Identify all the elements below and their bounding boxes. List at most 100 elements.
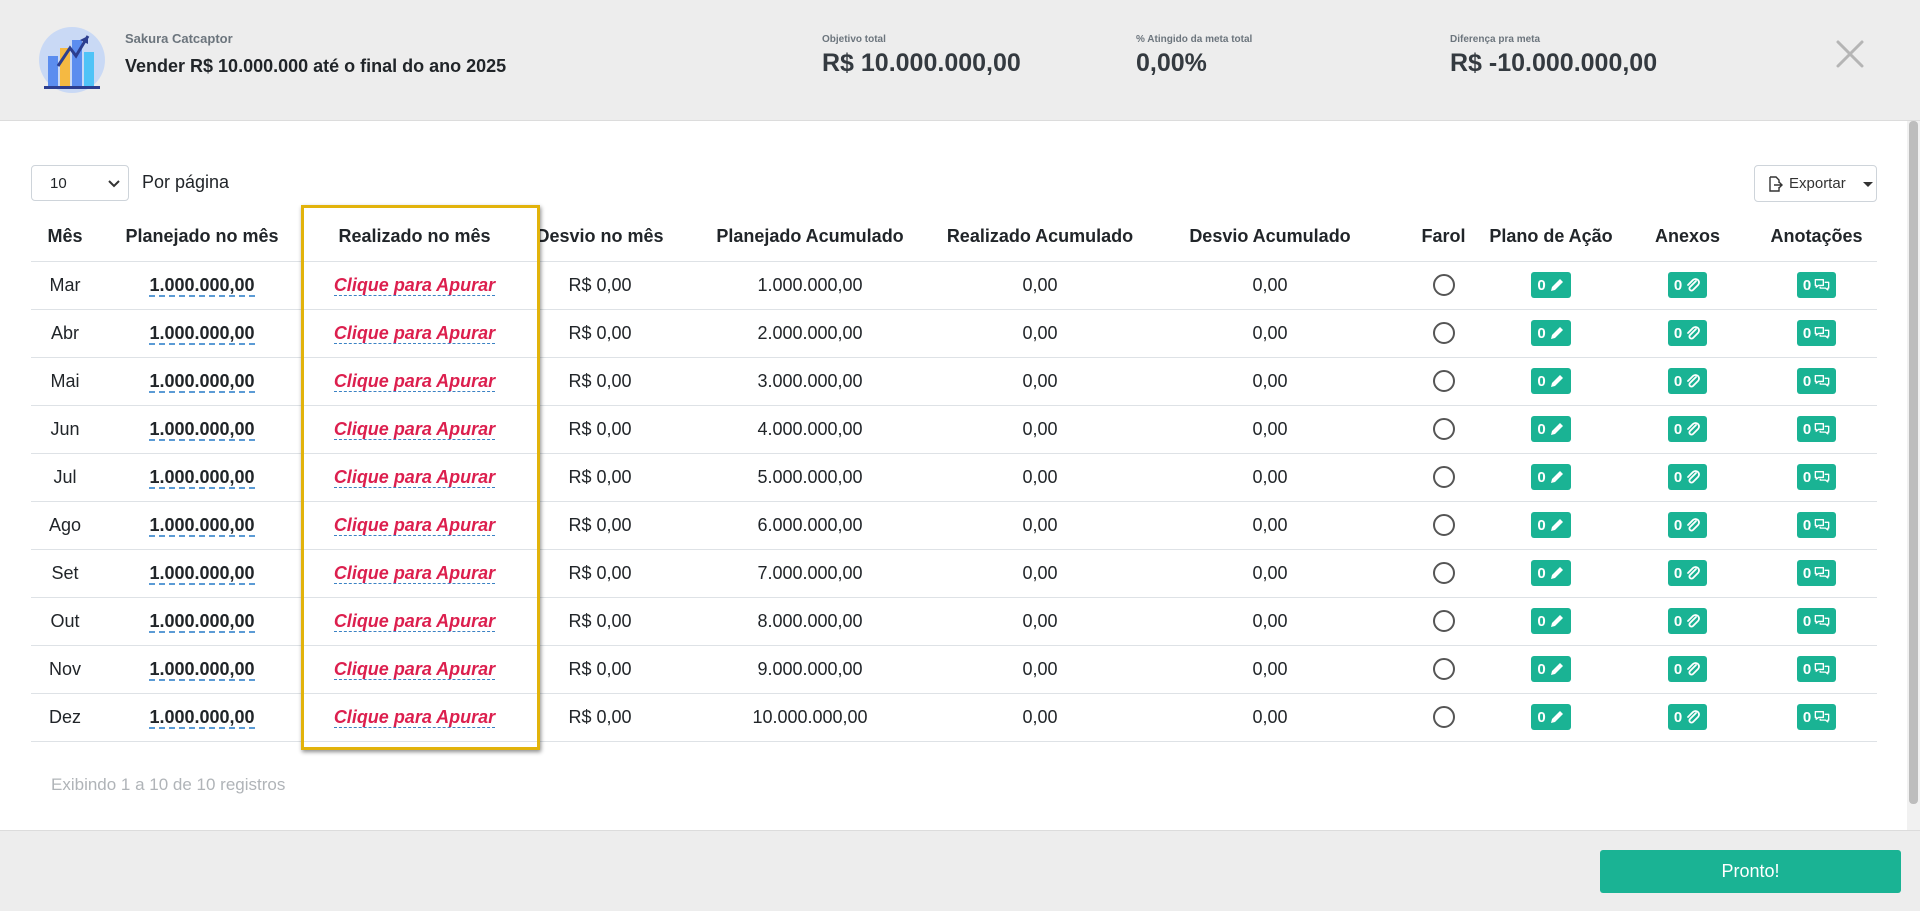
- apurar-link[interactable]: Clique para Apurar: [333, 610, 496, 632]
- attachments-button[interactable]: 0: [1667, 368, 1708, 394]
- attachments-button[interactable]: 0: [1667, 272, 1708, 298]
- planned-value-link[interactable]: 1.000.000,00: [149, 562, 255, 585]
- farol-circle-icon[interactable]: [1432, 370, 1455, 393]
- attachments-button[interactable]: 0: [1667, 464, 1708, 490]
- comments-icon: [1814, 519, 1830, 531]
- cell-realized: Clique para Apurar: [305, 597, 524, 646]
- attachments-button[interactable]: 0: [1667, 416, 1708, 442]
- attachments-button[interactable]: 0: [1667, 512, 1708, 538]
- planned-value-link[interactable]: 1.000.000,00: [149, 658, 255, 681]
- attachments-button[interactable]: 0: [1667, 656, 1708, 682]
- attachments-count: 0: [1673, 276, 1683, 294]
- farol-circle-icon[interactable]: [1432, 562, 1455, 585]
- action-plan-button[interactable]: 0: [1531, 512, 1571, 538]
- cell-attachments: 0: [1619, 261, 1756, 310]
- notes-button[interactable]: 0: [1796, 560, 1837, 586]
- apurar-link[interactable]: Clique para Apurar: [333, 322, 496, 344]
- apurar-link[interactable]: Clique para Apurar: [333, 466, 496, 488]
- action-plan-button[interactable]: 0: [1531, 656, 1571, 682]
- table-row: Out 1.000.000,00 Clique para Apurar R$ 0,00…: [31, 597, 1877, 646]
- column-header[interactable]: Desvio Acumulado: [1136, 213, 1404, 262]
- attachments-button[interactable]: 0: [1667, 704, 1708, 730]
- column-header[interactable]: Mês: [31, 213, 99, 262]
- farol-circle-icon[interactable]: [1432, 466, 1455, 489]
- cell-planned-accumulated: 6.000.000,00: [676, 501, 944, 550]
- apurar-link[interactable]: Clique para Apurar: [333, 514, 496, 536]
- close-icon[interactable]: [1832, 36, 1868, 72]
- column-header[interactable]: Planejado Acumulado: [676, 213, 944, 262]
- action-plan-button[interactable]: 0: [1531, 320, 1571, 346]
- notes-button[interactable]: 0: [1796, 368, 1837, 394]
- pencil-icon: [1550, 615, 1563, 627]
- column-header[interactable]: Anexos: [1619, 213, 1756, 262]
- notes-button[interactable]: 0: [1796, 272, 1837, 298]
- apurar-link[interactable]: Clique para Apurar: [333, 370, 496, 392]
- farol-circle-icon[interactable]: [1432, 322, 1455, 345]
- planned-value-link[interactable]: 1.000.000,00: [149, 706, 255, 729]
- column-header[interactable]: Planejado no mês: [99, 213, 305, 262]
- column-header[interactable]: Realizado Acumulado: [944, 213, 1136, 262]
- done-button[interactable]: Pronto!: [1600, 850, 1901, 893]
- notes-count: 0: [1802, 468, 1812, 486]
- export-button[interactable]: Exportar: [1754, 165, 1877, 202]
- planned-value-link[interactable]: 1.000.000,00: [149, 466, 255, 489]
- attachments-button[interactable]: 0: [1667, 608, 1708, 634]
- action-plan-button[interactable]: 0: [1531, 704, 1571, 730]
- column-header[interactable]: Anotações: [1756, 213, 1877, 262]
- cell-deviation-accumulated: 0,00: [1136, 693, 1404, 742]
- column-header[interactable]: Desvio no mês: [524, 213, 676, 262]
- planned-value-link[interactable]: 1.000.000,00: [149, 274, 255, 297]
- column-header[interactable]: Realizado no mês: [305, 213, 524, 262]
- farol-circle-icon[interactable]: [1432, 274, 1455, 297]
- notes-button[interactable]: 0: [1796, 704, 1837, 730]
- planned-value-link[interactable]: 1.000.000,00: [149, 610, 255, 633]
- planned-value-link[interactable]: 1.000.000,00: [149, 370, 255, 393]
- apurar-link[interactable]: Clique para Apurar: [333, 658, 496, 680]
- action-plan-button[interactable]: 0: [1531, 416, 1571, 442]
- cell-farol: [1404, 501, 1483, 550]
- action-plan-button[interactable]: 0: [1531, 560, 1571, 586]
- planned-value-link[interactable]: 1.000.000,00: [149, 322, 255, 345]
- cell-farol: [1404, 405, 1483, 454]
- farol-circle-icon[interactable]: [1432, 706, 1455, 729]
- apurar-link[interactable]: Clique para Apurar: [333, 706, 496, 728]
- apurar-link[interactable]: Clique para Apurar: [333, 562, 496, 584]
- realized-accumulated-text: 0,00: [1022, 466, 1058, 487]
- column-header[interactable]: Plano de Ação: [1483, 213, 1619, 262]
- action-plan-button[interactable]: 0: [1531, 464, 1571, 490]
- cell-deviation-accumulated: 0,00: [1136, 597, 1404, 646]
- notes-button[interactable]: 0: [1796, 464, 1837, 490]
- column-header[interactable]: Farol: [1404, 213, 1483, 262]
- apurar-link[interactable]: Clique para Apurar: [333, 418, 496, 440]
- notes-button[interactable]: 0: [1796, 608, 1837, 634]
- action-plan-button[interactable]: 0: [1531, 368, 1571, 394]
- farol-circle-icon[interactable]: [1432, 418, 1455, 441]
- deviation-text: R$ 0,00: [568, 562, 632, 583]
- planned-value-link[interactable]: 1.000.000,00: [149, 418, 255, 441]
- action-plan-button[interactable]: 0: [1531, 608, 1571, 634]
- cell-deviation: R$ 0,00: [524, 309, 676, 358]
- paperclip-icon: [1687, 566, 1701, 580]
- cell-month: Abr: [31, 309, 99, 358]
- notes-button[interactable]: 0: [1796, 416, 1837, 442]
- action-plan-button[interactable]: 0: [1531, 272, 1571, 298]
- notes-button[interactable]: 0: [1796, 656, 1837, 682]
- cell-notes: 0: [1756, 693, 1877, 742]
- farol-circle-icon[interactable]: [1432, 610, 1455, 633]
- planned-accumulated-text: 5.000.000,00: [757, 466, 863, 487]
- attachments-button[interactable]: 0: [1667, 560, 1708, 586]
- scrollbar-thumb[interactable]: [1909, 121, 1918, 804]
- farol-circle-icon[interactable]: [1432, 514, 1455, 537]
- attachments-button[interactable]: 0: [1667, 320, 1708, 346]
- notes-button[interactable]: 0: [1796, 320, 1837, 346]
- pencil-icon: [1550, 423, 1563, 435]
- paperclip-icon: [1687, 422, 1701, 436]
- planned-value-link[interactable]: 1.000.000,00: [149, 514, 255, 537]
- per-page-select[interactable]: 10: [31, 165, 129, 201]
- action-plan-count: 0: [1537, 516, 1546, 534]
- notes-button[interactable]: 0: [1796, 512, 1837, 538]
- farol-circle-icon[interactable]: [1432, 658, 1455, 681]
- attachments-count: 0: [1673, 660, 1683, 678]
- apurar-link[interactable]: Clique para Apurar: [333, 274, 496, 296]
- notes-count: 0: [1802, 708, 1812, 726]
